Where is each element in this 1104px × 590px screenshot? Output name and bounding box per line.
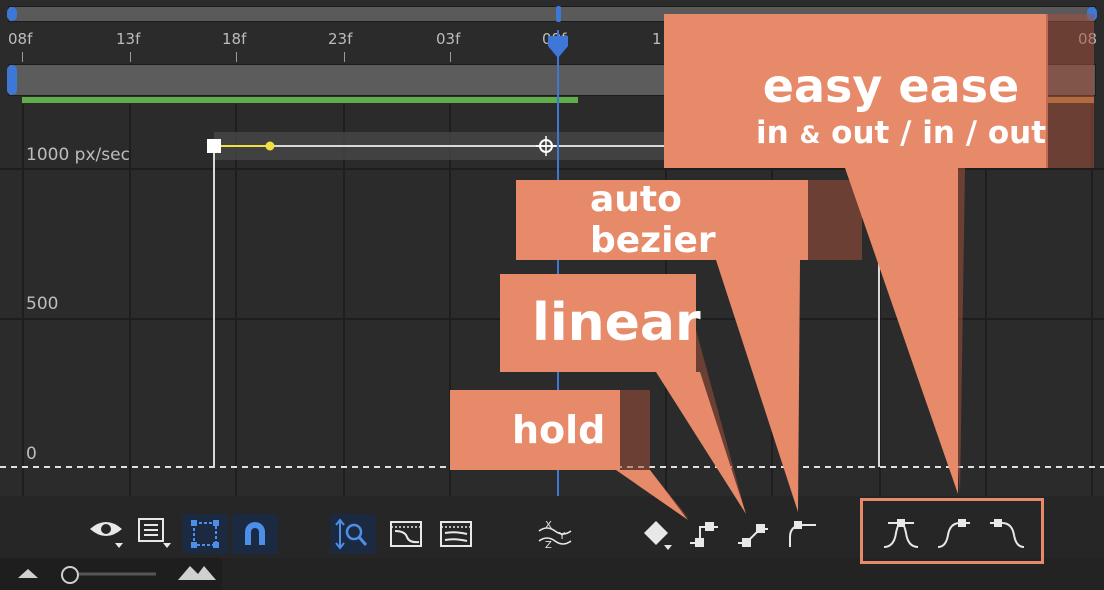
linear-callout: linear [500, 274, 701, 372]
easy-ease-callout-shadow [1046, 14, 1094, 168]
easy-ease-callout-title: easy ease [762, 59, 1020, 113]
auto-bezier-callout: auto bezier [516, 179, 808, 261]
hold-callout: hold [450, 390, 620, 470]
easy-ease-callout-subtitle: in & out / in / out [755, 115, 1047, 151]
easy-ease-callout: easy ease in & out / in / out [664, 14, 1048, 168]
